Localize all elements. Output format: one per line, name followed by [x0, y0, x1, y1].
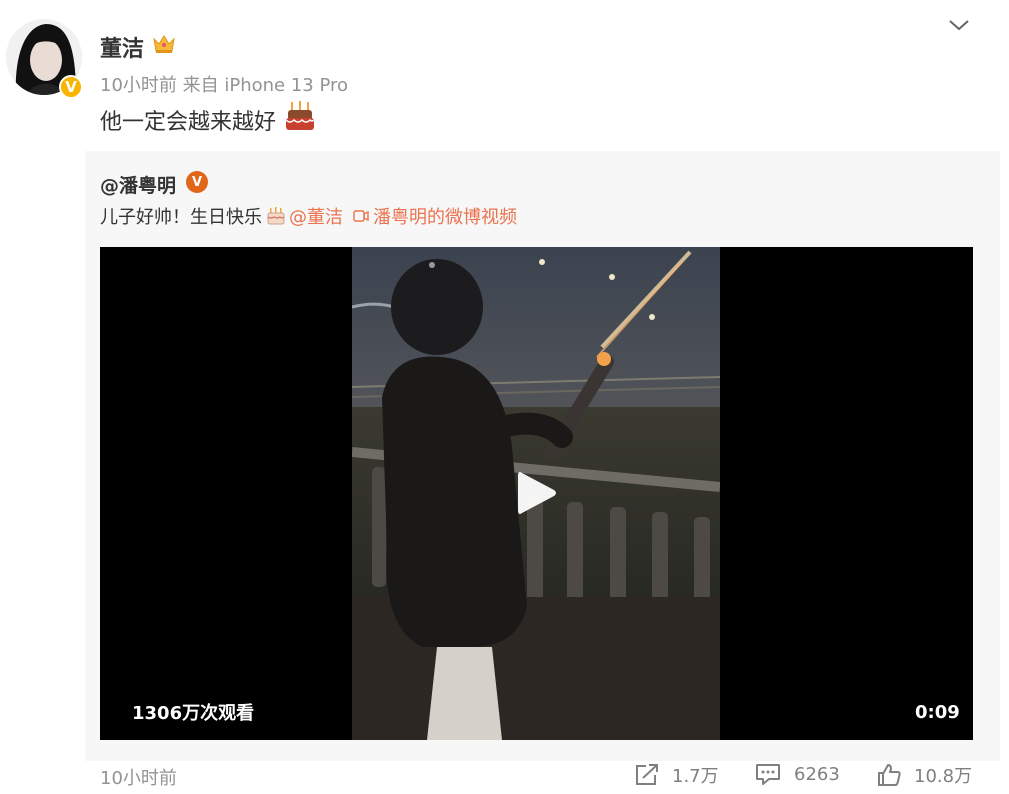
comment-icon — [756, 764, 780, 785]
post-time[interactable]: 10小时前 — [100, 75, 177, 96]
share-button[interactable]: 1.7万 — [634, 762, 719, 788]
post-source: 来自 iPhone 13 Pro — [182, 75, 349, 96]
comment-count: 6263 — [794, 763, 840, 785]
verified-badge-icon: V — [186, 171, 208, 193]
play-icon[interactable] — [510, 467, 562, 519]
footer-time[interactable]: 10小时前 — [100, 764, 177, 790]
share-icon — [636, 764, 658, 785]
video-icon — [353, 210, 369, 222]
like-button[interactable]: 10.8万 — [876, 762, 972, 788]
crown-icon — [153, 35, 175, 53]
video-player[interactable]: 1306万次观看 0:09 — [100, 247, 973, 740]
like-icon — [878, 764, 901, 786]
video-link[interactable]: 潘粤明的微博视频 — [373, 203, 517, 229]
share-count: 1.7万 — [672, 766, 719, 787]
post-meta: 10小时前 来自 iPhone 13 Pro — [100, 71, 348, 97]
repost-author[interactable]: @潘粤明 — [100, 171, 176, 198]
video-duration: 0:09 — [915, 702, 960, 723]
author-name[interactable]: 董洁 — [100, 31, 144, 63]
mention-link[interactable]: @董洁 — [289, 203, 343, 229]
view-count: 1306万次观看 — [132, 703, 255, 724]
verified-badge-icon: V — [59, 75, 83, 99]
like-count: 10.8万 — [914, 766, 973, 787]
chevron-down-icon[interactable] — [944, 10, 974, 40]
repost-card: @潘粤明 V 儿子好帅！生日快乐 @董洁 潘粤明的微博视频 1306万次观看 0… — [85, 151, 1000, 761]
repost-body: 儿子好帅！生日快乐 — [100, 207, 262, 228]
comment-button[interactable]: 6263 — [754, 762, 840, 786]
cake-icon — [285, 101, 315, 130]
cake-icon — [267, 207, 285, 225]
repost-text: 儿子好帅！生日快乐 @董洁 潘粤明的微博视频 — [100, 203, 517, 229]
post-text: 他一定会越来越好 — [100, 110, 277, 135]
